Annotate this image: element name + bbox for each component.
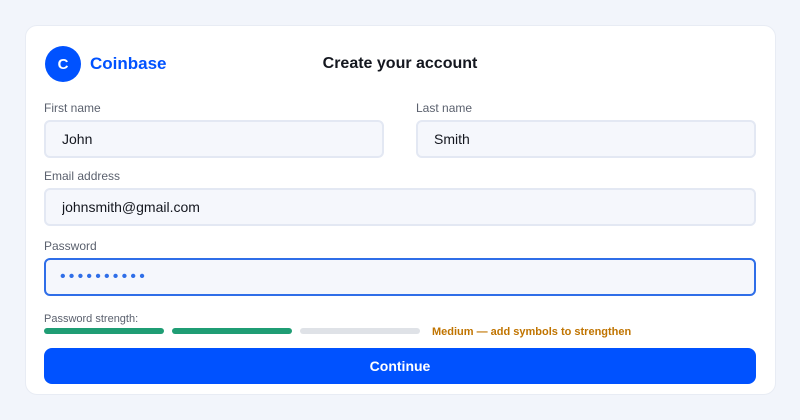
continue-button[interactable]: Continue [44,348,756,384]
password-label: Password [44,239,97,253]
page-title: Create your account [322,55,478,72]
first-name-field[interactable] [44,120,384,158]
password-strength-label: Password strength: [44,313,139,325]
strength-segment-1 [44,328,164,334]
coinbase-logo-icon: C [45,46,81,82]
password-field[interactable] [44,258,756,296]
strength-segment-3 [300,328,420,334]
strength-segment-2 [172,328,292,334]
last-name-label: Last name [416,101,473,115]
last-name-field[interactable] [416,120,756,158]
email-field[interactable] [44,188,756,226]
logo-letter: C [57,55,69,73]
strength-message: Medium — add symbols to strengthen [432,326,632,338]
first-name-label: First name [44,101,101,115]
email-label: Email address [44,169,121,183]
brand-name: Coinbase [90,54,167,73]
